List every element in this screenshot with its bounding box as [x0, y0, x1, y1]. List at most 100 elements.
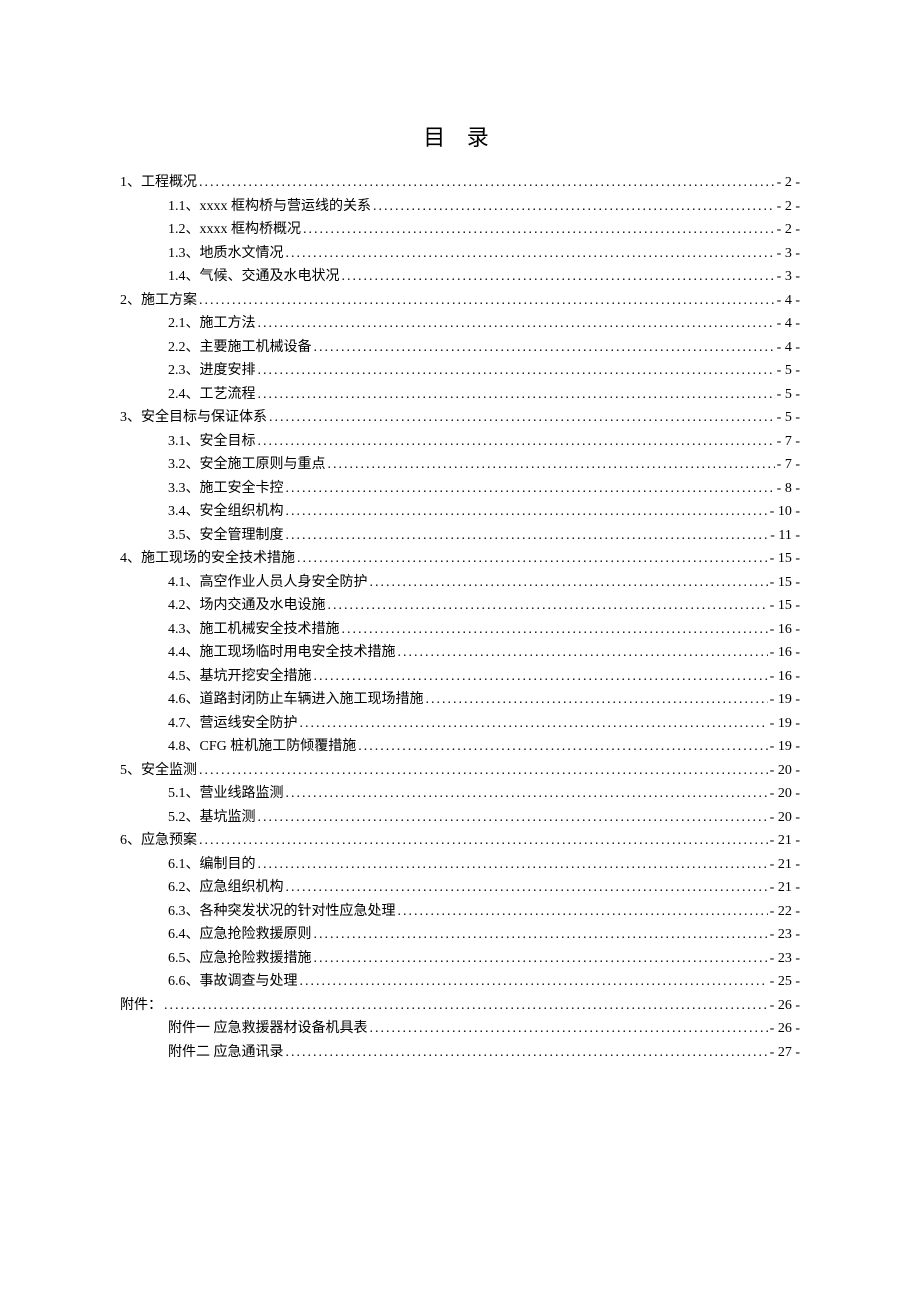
- toc-leader: [199, 176, 775, 190]
- toc-row: 4.4、施工现场临时用电安全技术措施 - 16 -: [120, 646, 800, 660]
- toc-row: 1.1、xxxx 框构桥与营运线的关系- 2 -: [120, 200, 800, 214]
- toc-leader: [199, 294, 775, 308]
- toc-page: - 7 -: [777, 458, 800, 472]
- toc-page: - 5 -: [777, 364, 800, 378]
- toc-row: 3.4、安全组织机构- 10 -: [120, 505, 800, 519]
- toc-page: - 23 -: [770, 952, 800, 966]
- toc-page: - 2 -: [777, 223, 800, 237]
- toc-leader: [164, 999, 768, 1013]
- toc-label: 3、安全目标与保证体系: [120, 411, 267, 425]
- toc-row: 4.1、高空作业人员人身安全防护 - 15 -: [120, 576, 800, 590]
- toc-row: 6.2、应急组织机构- 21 -: [120, 881, 800, 895]
- toc-label: 6.4、应急抢险救援原则: [168, 928, 312, 942]
- toc-leader: [303, 223, 775, 237]
- toc-page: - 2 -: [777, 176, 800, 190]
- toc-label: 5.1、营业线路监测: [168, 787, 284, 801]
- toc-page: - 3 -: [777, 247, 800, 261]
- toc-label: 4.4、施工现场临时用电安全技术措施: [168, 646, 396, 660]
- toc-label: 附件二 应急通讯录: [168, 1046, 284, 1060]
- toc-label: 4.5、基坑开挖安全措施: [168, 670, 312, 684]
- toc-row: 5、安全监测- 20 -: [120, 764, 800, 778]
- toc-row: 4.8、CFG 桩机施工防倾覆措施- 19 -: [120, 740, 800, 754]
- toc-row: 2.2、主要施工机械设备 - 4 -: [120, 341, 800, 355]
- toc-leader: [286, 247, 775, 261]
- toc-leader: [258, 317, 775, 331]
- toc-label: 5.2、基坑监测: [168, 811, 256, 825]
- toc-page: - 20 -: [770, 787, 800, 801]
- toc-page: - 26 -: [770, 1022, 800, 1036]
- toc-page: - 2 -: [777, 200, 800, 214]
- toc-label: 4.3、施工机械安全技术措施: [168, 623, 340, 637]
- toc-leader: [370, 1022, 768, 1036]
- toc-page: - 19 -: [770, 717, 800, 731]
- toc-leader: [199, 764, 768, 778]
- toc-row: 1.2、xxxx 框构桥概况- 2 -: [120, 223, 800, 237]
- toc-page: - 23 -: [770, 928, 800, 942]
- toc-label: 6.5、应急抢险救援措施: [168, 952, 312, 966]
- toc-row: 3、安全目标与保证体系- 5 -: [120, 411, 800, 425]
- toc-page: - 19 -: [770, 693, 800, 707]
- toc-page: - 25 -: [770, 975, 800, 989]
- toc-leader: [300, 717, 768, 731]
- toc-page: - 16 -: [770, 670, 800, 684]
- toc-label: 3.3、施工安全卡控: [168, 482, 284, 496]
- toc-leader: [286, 787, 768, 801]
- toc-row: 6.6、事故调查与处理- 25 -: [120, 975, 800, 989]
- toc-label: 4.7、营运线安全防护: [168, 717, 298, 731]
- toc-page: - 4 -: [777, 341, 800, 355]
- toc-page: - 11 -: [770, 529, 800, 543]
- toc-leader: [258, 435, 775, 449]
- toc-leader: [314, 670, 768, 684]
- toc-page: - 21 -: [770, 881, 800, 895]
- toc-row: 2.1、施工方法- 4 -: [120, 317, 800, 331]
- toc-leader: [269, 411, 775, 425]
- toc-leader: [426, 693, 768, 707]
- toc-page: - 16 -: [770, 623, 800, 637]
- toc-leader: [342, 623, 768, 637]
- toc-label: 1.3、地质水文情况: [168, 247, 284, 261]
- toc-page: - 27 -: [770, 1046, 800, 1060]
- toc-leader: [286, 1046, 768, 1060]
- toc-page: - 15 -: [770, 576, 800, 590]
- toc-row: 3.2、安全施工原则与重点- 7 -: [120, 458, 800, 472]
- toc-page: - 19 -: [770, 740, 800, 754]
- toc-label: 2、施工方案: [120, 294, 197, 308]
- toc-leader: [258, 388, 775, 402]
- toc-row: 2、施工方案 - 4 -: [120, 294, 800, 308]
- toc-row: 6.5、应急抢险救援措施 - 23 -: [120, 952, 800, 966]
- toc-page: - 21 -: [770, 834, 800, 848]
- toc-row: 6.3、各种突发状况的针对性应急处理- 22 -: [120, 905, 800, 919]
- toc-row: 1.3、地质水文情况 - 3 -: [120, 247, 800, 261]
- toc-page: - 3 -: [777, 270, 800, 284]
- toc-label: 2.4、工艺流程: [168, 388, 256, 402]
- toc-leader: [328, 458, 775, 472]
- toc-row: 附件一 应急救援器材设备机具表 - 26 -: [120, 1022, 800, 1036]
- toc-leader: [286, 505, 768, 519]
- toc-row: 附件二 应急通讯录 - 27 -: [120, 1046, 800, 1060]
- toc-label: 2.2、主要施工机械设备: [168, 341, 312, 355]
- toc-leader: [297, 552, 768, 566]
- toc-page: - 15 -: [770, 552, 800, 566]
- toc-leader: [342, 270, 775, 284]
- toc-row: 4.3、施工机械安全技术措施 - 16 -: [120, 623, 800, 637]
- toc-label: 1、工程概况: [120, 176, 197, 190]
- toc-label: 附件一 应急救援器材设备机具表: [168, 1022, 368, 1036]
- toc-leader: [286, 482, 775, 496]
- toc-row: 4.6、道路封闭防止车辆进入施工现场措施- 19 -: [120, 693, 800, 707]
- toc-label: 3.4、安全组织机构: [168, 505, 284, 519]
- toc-row: 2.4、工艺流程 - 5 -: [120, 388, 800, 402]
- toc-page: - 5 -: [777, 388, 800, 402]
- toc-row: 3.5、安全管理制度- 11 -: [120, 529, 800, 543]
- toc-label: 2.3、进度安排: [168, 364, 256, 378]
- toc-label: 附件：: [120, 999, 162, 1013]
- toc-leader: [258, 364, 775, 378]
- page-title: 目 录: [120, 120, 800, 152]
- toc-page: - 20 -: [770, 811, 800, 825]
- toc-row: 5.1、营业线路监测 - 20 -: [120, 787, 800, 801]
- toc-label: 4.1、高空作业人员人身安全防护: [168, 576, 368, 590]
- toc-page: - 4 -: [777, 294, 800, 308]
- toc-row: 1.4、气候、交通及水电状况- 3 -: [120, 270, 800, 284]
- toc-leader: [199, 834, 768, 848]
- toc-page: - 16 -: [770, 646, 800, 660]
- toc-page: - 7 -: [777, 435, 800, 449]
